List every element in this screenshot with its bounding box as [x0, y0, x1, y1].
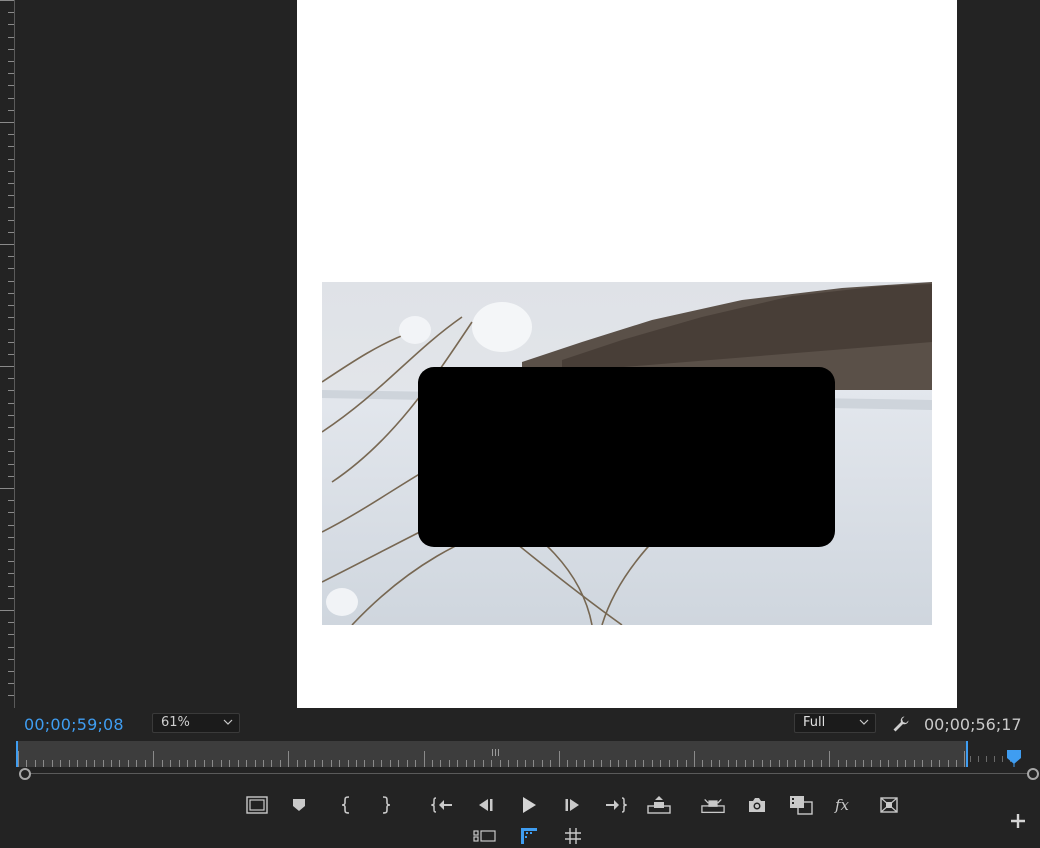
grid-icon	[565, 828, 581, 844]
button-editor-button[interactable]	[1006, 809, 1030, 833]
program-monitor-canvas[interactable]	[297, 0, 957, 708]
lift-button[interactable]	[647, 793, 671, 817]
multi-camera-icon	[880, 797, 898, 813]
mark-in-icon	[341, 796, 350, 814]
playhead-icon[interactable]	[1006, 749, 1022, 767]
duration-timecode: 00;00;56;17	[924, 715, 1022, 734]
vertical-ruler	[0, 0, 15, 708]
go-to-out-button[interactable]	[604, 793, 628, 817]
zoom-scrollbar[interactable]	[26, 773, 1030, 774]
settings-layout-button[interactable]	[473, 824, 497, 848]
zoom-level-value: 61%	[161, 715, 190, 730]
time-ruler[interactable]	[16, 741, 968, 767]
mark-out-button[interactable]	[374, 793, 398, 817]
effects-toggle-button[interactable]: fx	[832, 793, 856, 817]
mark-in-button[interactable]	[334, 793, 358, 817]
play-icon	[523, 797, 536, 813]
go-to-in-button[interactable]	[430, 793, 454, 817]
play-button[interactable]	[517, 793, 541, 817]
step-forward-button[interactable]	[561, 793, 585, 817]
chevron-down-icon	[859, 719, 869, 725]
playback-resolution-value: Full	[803, 715, 826, 730]
comparison-view-icon	[790, 796, 813, 815]
safe-margins-button[interactable]	[245, 793, 269, 817]
add-marker-button[interactable]	[287, 793, 311, 817]
camera-icon	[749, 798, 765, 812]
zoom-level-dropdown[interactable]: 61%	[152, 713, 240, 733]
grid-button[interactable]	[561, 824, 585, 848]
safe-margins-icon	[246, 796, 268, 814]
program-monitor-controls: 00;00;59;08 61% Full 00;00;56;17 fx	[0, 708, 1040, 846]
redaction-overlay	[418, 367, 835, 547]
fx-icon: fx	[834, 796, 850, 814]
current-timecode[interactable]: 00;00;59;08	[24, 715, 124, 734]
extract-button[interactable]	[701, 793, 725, 817]
svg-text:fx: fx	[834, 796, 850, 814]
step-back-button[interactable]	[473, 793, 497, 817]
go-to-in-icon	[431, 797, 452, 813]
go-to-out-icon	[606, 797, 627, 813]
step-forward-icon	[565, 799, 579, 811]
extract-icon	[701, 799, 725, 814]
playback-resolution-dropdown[interactable]: Full	[794, 713, 876, 733]
settings-layout-icon	[473, 830, 496, 842]
add-marker-icon	[293, 799, 305, 811]
guides-button[interactable]	[517, 824, 541, 848]
plus-icon	[1011, 814, 1025, 828]
zoom-scrollbar-start-handle[interactable]	[19, 768, 31, 780]
video-frame	[322, 282, 932, 625]
guides-icon	[521, 828, 537, 844]
step-back-icon	[479, 799, 493, 811]
wrench-settings-icon[interactable]	[892, 715, 910, 733]
chevron-down-icon	[223, 719, 233, 725]
zoom-scrollbar-end-handle[interactable]	[1027, 768, 1039, 780]
mark-out-icon	[382, 796, 391, 814]
lift-icon	[647, 796, 671, 814]
multi-camera-button[interactable]	[877, 793, 901, 817]
comparison-view-button[interactable]	[789, 793, 813, 817]
export-frame-button[interactable]	[745, 793, 769, 817]
